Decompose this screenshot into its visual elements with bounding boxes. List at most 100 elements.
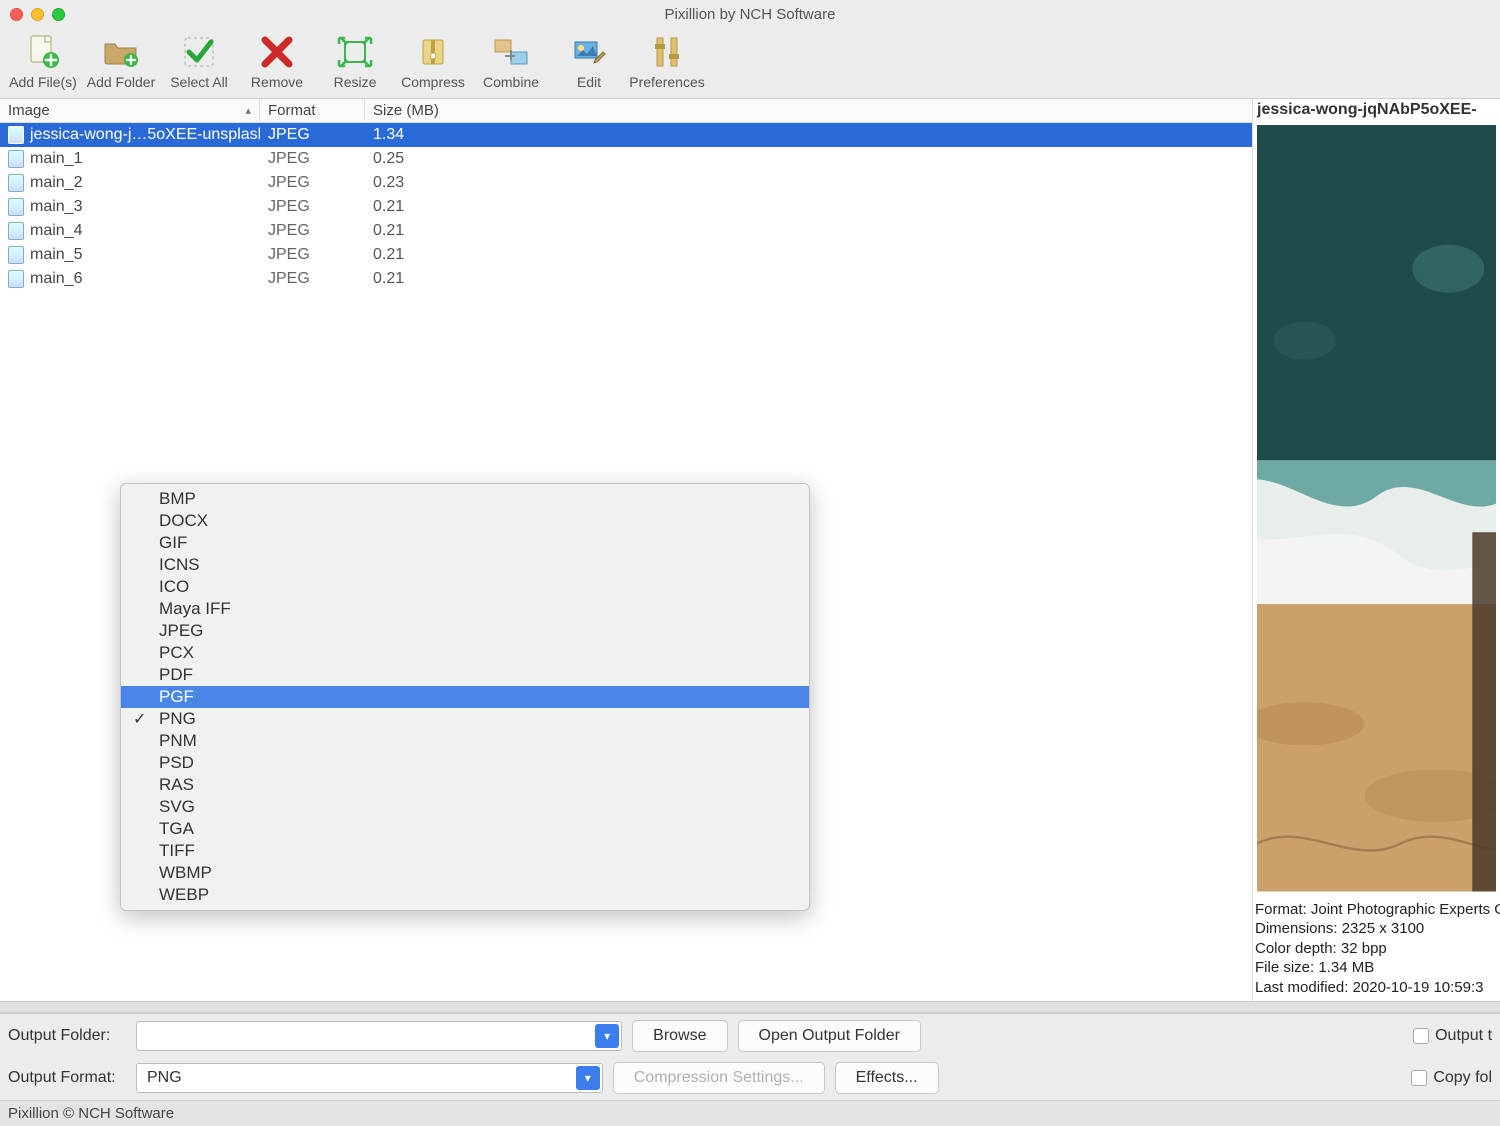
format-option-pcx[interactable]: PCX xyxy=(121,642,809,664)
file-size: 0.23 xyxy=(365,174,525,192)
output-panel: Output Folder: ▾ Browse Open Output Fold… xyxy=(0,1013,1500,1100)
output-format-label: Output Format: xyxy=(8,1069,126,1087)
format-option-bmp[interactable]: BMP xyxy=(121,488,809,510)
col-size[interactable]: Size (MB) xyxy=(365,100,525,121)
file-format: JPEG xyxy=(260,222,365,240)
preferences-button[interactable]: Preferences xyxy=(628,32,706,92)
status-bar: Pixillion © NCH Software xyxy=(0,1100,1500,1126)
image-file-icon xyxy=(8,246,24,264)
output-checkbox-2[interactable]: Copy fol xyxy=(1411,1069,1492,1087)
format-option-jpeg[interactable]: JPEG xyxy=(121,620,809,642)
format-option-ras[interactable]: RAS xyxy=(121,774,809,796)
image-file-icon xyxy=(8,222,24,240)
file-format: JPEG xyxy=(260,198,365,216)
select-all-button[interactable]: Select All xyxy=(160,32,238,92)
file-size: 1.34 xyxy=(365,126,525,144)
window-controls xyxy=(10,8,65,21)
close-icon[interactable] xyxy=(10,8,23,21)
toolbar-label: Remove xyxy=(251,74,303,90)
toolbar: Add File(s) Add Folder Select All Remove… xyxy=(0,28,1500,98)
browse-button[interactable]: Browse xyxy=(632,1020,727,1052)
file-name: main_3 xyxy=(30,198,82,216)
preview-filename: jessica-wong-jqNAbP5oXEE- xyxy=(1253,99,1500,121)
output-folder-combo[interactable]: ▾ xyxy=(136,1021,622,1051)
format-option-tiff[interactable]: TIFF xyxy=(121,840,809,862)
file-name: main_5 xyxy=(30,246,82,264)
format-option-ico[interactable]: ICO xyxy=(121,576,809,598)
format-option-pdf[interactable]: PDF xyxy=(121,664,809,686)
table-row[interactable]: jessica-wong-j…5oXEE-unsplashJPEG1.34 xyxy=(0,123,1252,147)
format-option-icns[interactable]: ICNS xyxy=(121,554,809,576)
toolbar-label: Resize xyxy=(334,74,377,90)
output-format-combo[interactable]: PNG▾ xyxy=(136,1063,603,1093)
file-size: 0.21 xyxy=(365,198,525,216)
format-option-psd[interactable]: PSD xyxy=(121,752,809,774)
format-option-tga[interactable]: TGA xyxy=(121,818,809,840)
checkmark-icon: ✓ xyxy=(133,709,146,729)
format-option-wbmp[interactable]: WBMP xyxy=(121,862,809,884)
format-option-gif[interactable]: GIF xyxy=(121,532,809,554)
toolbar-label: Add Folder xyxy=(87,74,155,90)
maximize-icon[interactable] xyxy=(52,8,65,21)
edit-button[interactable]: Edit xyxy=(550,32,628,92)
toolbar-label: Add File(s) xyxy=(9,74,77,90)
file-format: JPEG xyxy=(260,174,365,192)
table-row[interactable]: main_5JPEG0.21 xyxy=(0,243,1252,267)
format-option-pgf[interactable]: PGF xyxy=(121,686,809,708)
file-size: 0.21 xyxy=(365,222,525,240)
file-size: 0.21 xyxy=(365,270,525,288)
format-option-maya-iff[interactable]: Maya IFF xyxy=(121,598,809,620)
col-format[interactable]: Format xyxy=(260,100,365,121)
table-row[interactable]: main_4 JPEG0.21 xyxy=(0,219,1252,243)
column-headers: Image▴ Format Size (MB) xyxy=(0,99,1252,123)
file-name: main_6 xyxy=(30,270,82,288)
preview-panel: jessica-wong-jqNAbP5oXEE- Format xyxy=(1252,99,1500,1001)
splitter[interactable] xyxy=(0,1001,1500,1013)
table-row[interactable]: main_1JPEG0.25 xyxy=(0,147,1252,171)
toolbar-label: Combine xyxy=(483,74,539,90)
chevron-down-icon: ▾ xyxy=(595,1024,619,1048)
file-format: JPEG xyxy=(260,246,365,264)
add-files-button[interactable]: Add File(s) xyxy=(4,32,82,92)
window-title: Pixillion by NCH Software xyxy=(0,6,1500,23)
titlebar: Pixillion by NCH Software xyxy=(0,0,1500,28)
resize-button[interactable]: Resize xyxy=(316,32,394,92)
table-row[interactable]: main_2 JPEG0.23 xyxy=(0,171,1252,195)
file-plus-icon xyxy=(23,34,63,70)
image-file-icon xyxy=(8,270,24,288)
toolbar-label: Edit xyxy=(577,74,601,90)
file-name: jessica-wong-j…5oXEE-unsplash xyxy=(30,126,260,144)
format-option-webp[interactable]: WEBP xyxy=(121,884,809,906)
edit-icon xyxy=(569,34,609,70)
table-row[interactable]: main_3 JPEG0.21 xyxy=(0,195,1252,219)
format-option-docx[interactable]: DOCX xyxy=(121,510,809,532)
file-name: main_2 xyxy=(30,174,82,192)
compress-button[interactable]: Compress xyxy=(394,32,472,92)
check-icon xyxy=(179,34,219,70)
toolbar-label: Preferences xyxy=(629,74,704,90)
open-output-folder-button[interactable]: Open Output Folder xyxy=(738,1020,921,1052)
format-option-png[interactable]: PNG✓ xyxy=(121,708,809,730)
combine-button[interactable]: Combine xyxy=(472,32,550,92)
add-folder-button[interactable]: Add Folder xyxy=(82,32,160,92)
compression-settings-button[interactable]: Compression Settings... xyxy=(613,1062,825,1094)
preview-image xyxy=(1257,125,1496,892)
file-format: JPEG xyxy=(260,150,365,168)
toolbar-label: Compress xyxy=(401,74,465,90)
table-row[interactable]: main_6 JPEG0.21 xyxy=(0,267,1252,291)
output-folder-label: Output Folder: xyxy=(8,1027,126,1045)
minimize-icon[interactable] xyxy=(31,8,44,21)
format-option-svg[interactable]: SVG xyxy=(121,796,809,818)
remove-button[interactable]: Remove xyxy=(238,32,316,92)
file-name: main_4 xyxy=(30,222,82,240)
file-format: JPEG xyxy=(260,270,365,288)
output-checkbox-1[interactable]: Output t xyxy=(1413,1027,1492,1045)
effects-button[interactable]: Effects... xyxy=(835,1062,939,1094)
image-file-icon xyxy=(8,174,24,192)
folder-plus-icon xyxy=(101,34,141,70)
format-option-pnm[interactable]: PNM xyxy=(121,730,809,752)
chevron-down-icon: ▾ xyxy=(576,1066,600,1090)
col-image[interactable]: Image▴ xyxy=(0,100,260,121)
format-dropdown-menu[interactable]: BMPDOCXGIFICNSICOMaya IFFJPEGPCXPDFPGFPN… xyxy=(120,483,810,911)
image-file-icon xyxy=(8,150,24,168)
